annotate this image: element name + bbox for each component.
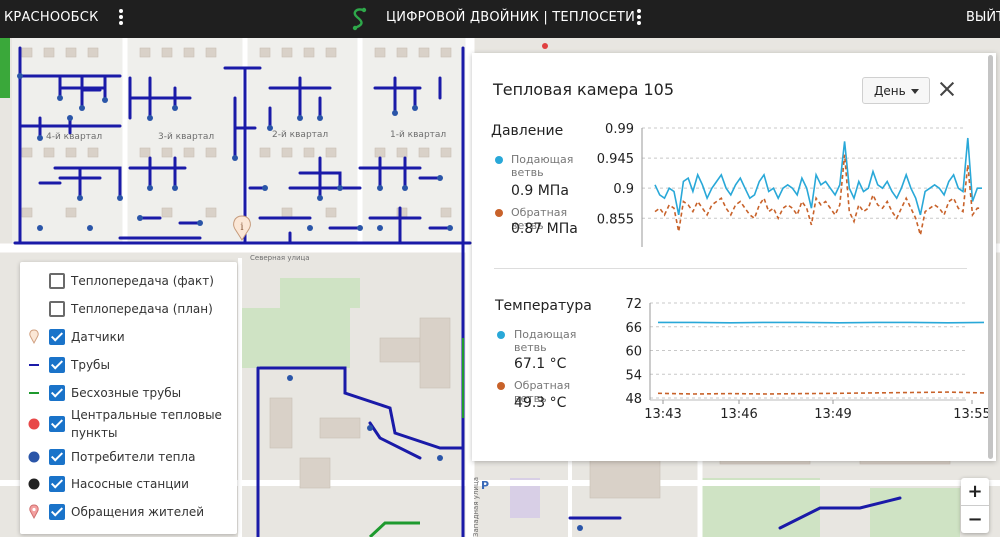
complaint-pin-icon: [29, 504, 39, 520]
x-tick-label: 13:55: [953, 407, 990, 422]
top-bar: КРАСНООБСК ЦИФРОВОЙ ДВОЙНИК | ТЕПЛОСЕТИ …: [0, 0, 1000, 38]
y-tick-label: 48: [625, 392, 642, 407]
y-tick-label: 0.99: [605, 122, 634, 137]
street-label: Западная улица: [472, 477, 480, 537]
city-selector[interactable]: КРАСНООБСК: [4, 10, 99, 25]
checkbox-pipes[interactable]: [49, 357, 65, 373]
x-tick-label: 13:46: [720, 407, 757, 422]
zoom-control: + −: [961, 478, 989, 533]
layer-legend: Теплопередача (факт) Теплопередача (план…: [20, 262, 237, 534]
zoom-in-button[interactable]: +: [961, 478, 989, 505]
y-tick-label: 54: [625, 368, 642, 383]
y-tick-label: 0.9: [613, 182, 634, 197]
checkbox-central-heat-points[interactable]: [49, 416, 65, 432]
series-line-0: [654, 137, 982, 216]
svg-text:i: i: [240, 222, 243, 233]
y-tick-label: 0.945: [597, 152, 634, 167]
zoom-out-button[interactable]: −: [961, 506, 989, 533]
y-tick-label: 0.855: [597, 212, 634, 227]
app-title: ЦИФРОВОЙ ДВОЙНИК | ТЕПЛОСЕТИ: [386, 10, 635, 25]
app-logo-icon: [352, 7, 367, 31]
black-dot-icon: [28, 478, 40, 490]
checkbox-resident-complaints[interactable]: [49, 504, 65, 520]
red-dot-icon: [28, 418, 40, 430]
checkbox-sensors[interactable]: [49, 329, 65, 345]
heat-chamber-panel: Тепловая камера 105 День Давление Подающ…: [472, 53, 996, 461]
parking-icon: P: [481, 479, 489, 492]
panel-scrollbar[interactable]: [988, 55, 993, 459]
district-label: 3-й квартал: [158, 132, 214, 142]
y-tick-label: 60: [625, 345, 642, 360]
checkbox-ownerless-pipes[interactable]: [49, 385, 65, 401]
svg-text:P: P: [481, 479, 489, 492]
sensor-pin-icon: [29, 329, 39, 345]
x-tick-label: 13:43: [644, 407, 681, 422]
app-menu-icon[interactable]: [636, 8, 642, 28]
checkbox-heat-plan[interactable]: [49, 301, 65, 317]
district-label: 4-й квартал: [46, 132, 102, 142]
pressure-chart: 0.99 0.945 0.9 0.855: [597, 122, 982, 247]
checkbox-heat-fact[interactable]: [49, 273, 65, 289]
ownerless-pipe-line-icon: [29, 392, 39, 394]
panel-charts: 0.99 0.945 0.9 0.855 72 66 60 54 4813:43 13:46 13…: [597, 122, 991, 422]
district-label: 1-й квартал: [390, 130, 446, 140]
checkbox-heat-consumers[interactable]: [49, 449, 65, 465]
city-menu-icon[interactable]: [118, 8, 124, 28]
blue-dot-icon: [28, 451, 40, 463]
checkbox-pump-stations[interactable]: [49, 476, 65, 492]
series-line-1: [654, 154, 982, 236]
logout-button[interactable]: ВЫЙТИ: [966, 10, 1000, 25]
district-label: 2-й квартал: [272, 130, 328, 140]
edge-strip: [0, 38, 10, 98]
x-tick-label: 13:49: [814, 407, 851, 422]
y-tick-label: 66: [625, 321, 642, 336]
y-tick-label: 72: [625, 297, 642, 312]
temperature-chart: 72 66 60 54 4813:43 13:46 13:49 13:55: [625, 297, 990, 422]
series-line-1: [657, 391, 985, 395]
pipe-line-icon: [29, 364, 39, 366]
street-label: Северная улица: [250, 254, 310, 262]
